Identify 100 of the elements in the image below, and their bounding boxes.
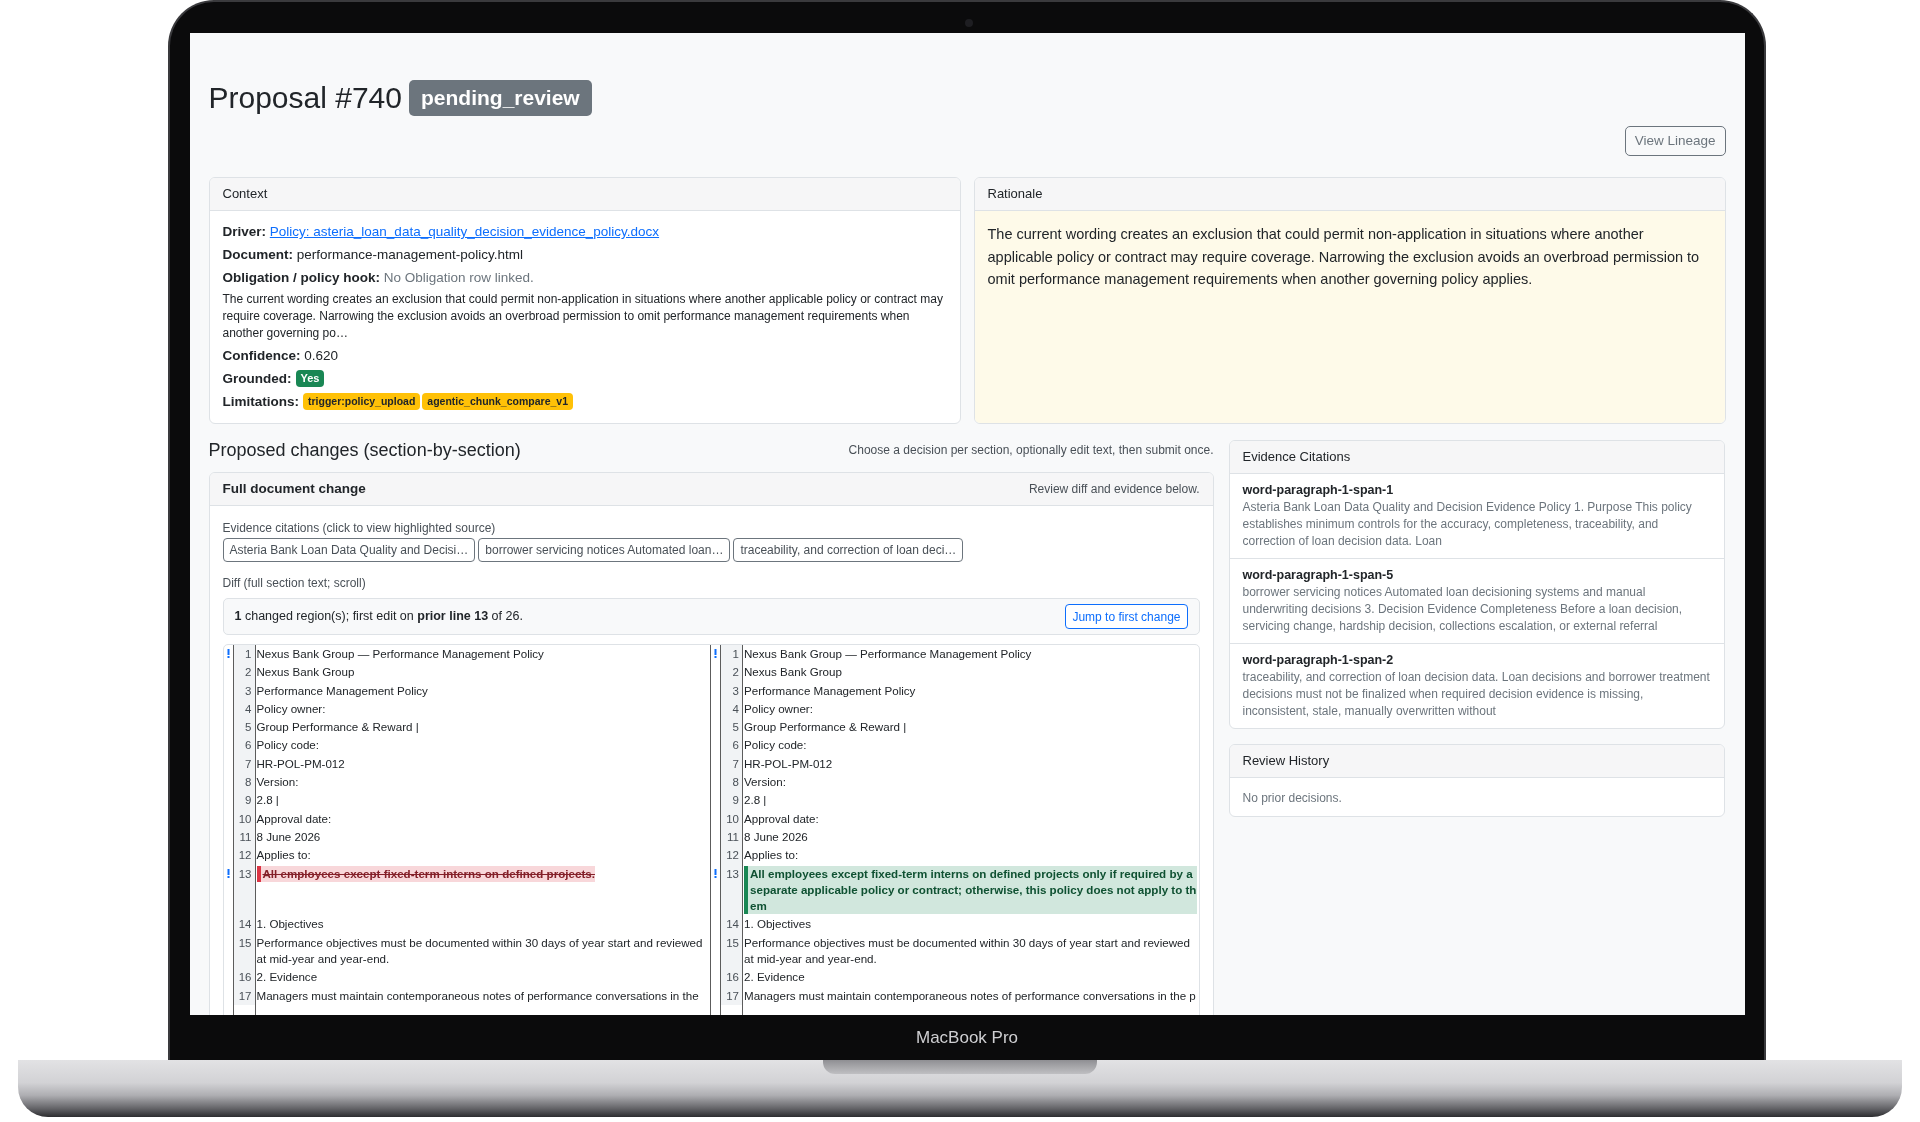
summary-paragraph: The current wording creates an exclusion that could permit non-application in situations where another applicable policy or contract may require coverage. Narrowing the exclusion avoids an overbroad permission to omit performance management requirements when another governing po… [222, 291, 944, 342]
rationale-text: The current wording creates an exclusion that could permit non-application in situations where another applicable policy or contract may require coverage. Narrowing the exclusion avoids an overbroad permission to omit performance management requirements when another governing policy applies. [987, 225, 1701, 289]
field-label: Document: [222, 247, 293, 262]
diff-line: Group Performance & Reward | [743, 719, 908, 736]
added-text: All employees except fixed-term interns on defined projects only if required by a separate applicable policy or contract; otherwise, this policy does not apply to them [744, 865, 1197, 915]
line-number: 15 [720, 933, 743, 969]
limitation-tag: trigger:policy_upload [303, 393, 421, 410]
citation-text: traceability, and correction of loan decision data. Loan decisions and borrower treatment decisions must not be finalized when required decision evidence is missing, inconsistent, stale, manually overwritten without [1242, 669, 1711, 720]
grounded-badge: Yes [295, 370, 325, 387]
diff-line: 1. Objectives [255, 916, 325, 933]
line-number: 11 [232, 827, 256, 847]
citation-chip[interactable]: Asteria Bank Loan Data Quality and Decisi… [222, 538, 476, 562]
field-label: Driver: [222, 224, 267, 239]
line-number: 5 [720, 718, 743, 737]
diff-line: Managers must maintain contemporaneous notes of performance conversations in the [255, 987, 700, 1004]
line-number: 1 [720, 645, 743, 664]
diff-line: 2.8 | [743, 792, 768, 809]
line-number: 10 [232, 809, 256, 828]
driver-link[interactable]: Policy: asteria_loan_data_quality_decision_evidence_policy.docx [269, 224, 660, 239]
card-title: Evidence Citations [1242, 448, 1351, 467]
diff-line: Policy code: [255, 737, 320, 754]
line-number: 8 [720, 773, 743, 792]
diff-line: Performance Management Policy [255, 682, 429, 699]
line-number: 2 [720, 663, 743, 682]
diff-line: Nexus Bank Group [255, 664, 356, 681]
line-number: 1 [232, 645, 256, 664]
diff-line: Applies to: [743, 847, 800, 864]
diff-line: Managers must maintain contemporaneous notes of performance conversations in the p [743, 987, 1197, 1004]
diff-line: HR-POL-PM-012 [743, 755, 834, 772]
citation-chip[interactable]: traceability, and correction of loan deci… [733, 538, 964, 562]
field-value: performance-management-policy.html [296, 247, 524, 262]
diff-line: Version: [255, 774, 300, 791]
diff-line: Nexus Bank Group — Performance Management Policy [743, 646, 1033, 662]
diff-line: Performance objectives must be documented within 30 days of year start and reviewed at mid-year and year-end. [255, 934, 704, 968]
view-lineage-button[interactable]: View Lineage [1624, 126, 1726, 156]
diff-line: Nexus Bank Group [743, 664, 843, 681]
line-number: 13 [232, 864, 256, 916]
line-number: 16 [232, 968, 256, 987]
diff-line: Approval date: [743, 810, 820, 827]
citations-label: Evidence citations (click to view highlighted source) [222, 520, 497, 536]
diff-line: Version: [743, 774, 787, 791]
diff-line: Applies to: [255, 847, 312, 864]
diff-line: 8 June 2026 [255, 828, 322, 845]
diff-line: Performance objectives must be documented within 30 days of year start and reviewed at mid-year and year-end. [743, 934, 1191, 968]
field-label: Limitations: [222, 393, 299, 411]
deleted-text: All employees except fixed-term interns on defined projects. [256, 865, 595, 882]
line-number: 16 [720, 968, 743, 987]
section-hint: Choose a decision per section, optionally edit text, then submit once. [848, 442, 1214, 459]
citation-id: word-paragraph-1-span-1 [1242, 482, 1395, 499]
diff-line: 2.8 | [255, 792, 280, 809]
line-number: 9 [232, 791, 256, 810]
section-heading: Proposed changes (section-by-section) [208, 438, 521, 462]
citation-chip[interactable]: borrower servicing notices Automated loan… [478, 538, 731, 562]
line-number: 4 [232, 699, 256, 719]
diff-line: Approval date: [255, 810, 333, 827]
diff-line: Policy owner: [255, 700, 327, 717]
line-number: 8 [232, 773, 256, 792]
diff-summary: 1 changed region(s); first edit on prior line 13 of 26. [234, 608, 523, 626]
status-badge: pending_review [409, 79, 592, 116]
line-number: 6 [720, 736, 743, 755]
diff-line: 1. Objectives [743, 916, 812, 933]
citation-id: word-paragraph-1-span-5 [1242, 567, 1395, 584]
empty-history-text: No prior decisions. [1242, 791, 1342, 805]
citation-text: Asteria Bank Loan Data Quality and Decision Evidence Policy 1. Purpose This policy establishes minimum controls for the accuracy, completeness, traceability, and correction of loan decision data. Loan [1242, 499, 1693, 550]
diff-line: Performance Management Policy [743, 682, 917, 699]
limitation-tag: agentic_chunk_compare_v1 [422, 393, 573, 410]
diff-line: Group Performance & Reward | [255, 719, 420, 736]
line-number: 6 [232, 736, 256, 755]
line-number: 14 [232, 915, 256, 934]
line-number: 14 [720, 915, 743, 934]
field-label: Obligation / policy hook: [222, 270, 380, 285]
jump-to-change-button[interactable]: Jump to first change [1065, 604, 1188, 629]
diff-line: 2. Evidence [255, 969, 319, 986]
card-title: Context [222, 185, 268, 204]
line-number: 12 [232, 846, 256, 865]
card-title: Rationale [987, 185, 1043, 204]
line-number: 9 [720, 791, 743, 810]
diff-line: HR-POL-PM-012 [255, 755, 346, 772]
diff-line: Policy code: [743, 737, 808, 754]
diff-line: Policy owner: [743, 700, 814, 717]
citation-id: word-paragraph-1-span-2 [1242, 652, 1395, 669]
citation-text: borrower servicing notices Automated loan decisioning systems and manual underwriting decisions 3. Decision Evidence Completeness Before a loan decision, servicing change, hardship decision, collections escalation, or external referral [1242, 584, 1684, 635]
diff-line: Nexus Bank Group — Performance Management Policy [255, 646, 545, 662]
line-number: 17 [232, 986, 256, 1005]
card-note: Review diff and evidence below. [1028, 481, 1200, 498]
line-number: 5 [232, 718, 256, 737]
line-number: 2 [232, 663, 256, 682]
field-label: Confidence: [222, 348, 301, 363]
line-number: 3 [232, 681, 256, 700]
line-number: 15 [232, 933, 256, 969]
card-title: Review History [1242, 752, 1330, 771]
diff-label: Diff (full section text; scroll) [222, 575, 367, 591]
field-value: 0.620 [304, 348, 339, 363]
line-number: 7 [232, 754, 256, 774]
field-value: No Obligation row linked. [383, 270, 534, 285]
diff-line: 2. Evidence [743, 969, 806, 986]
line-number: 13 [720, 864, 743, 916]
field-label: Grounded: [222, 370, 292, 388]
device-label: MacBook Pro [915, 1026, 1018, 1049]
diff-line: 8 June 2026 [743, 828, 809, 845]
